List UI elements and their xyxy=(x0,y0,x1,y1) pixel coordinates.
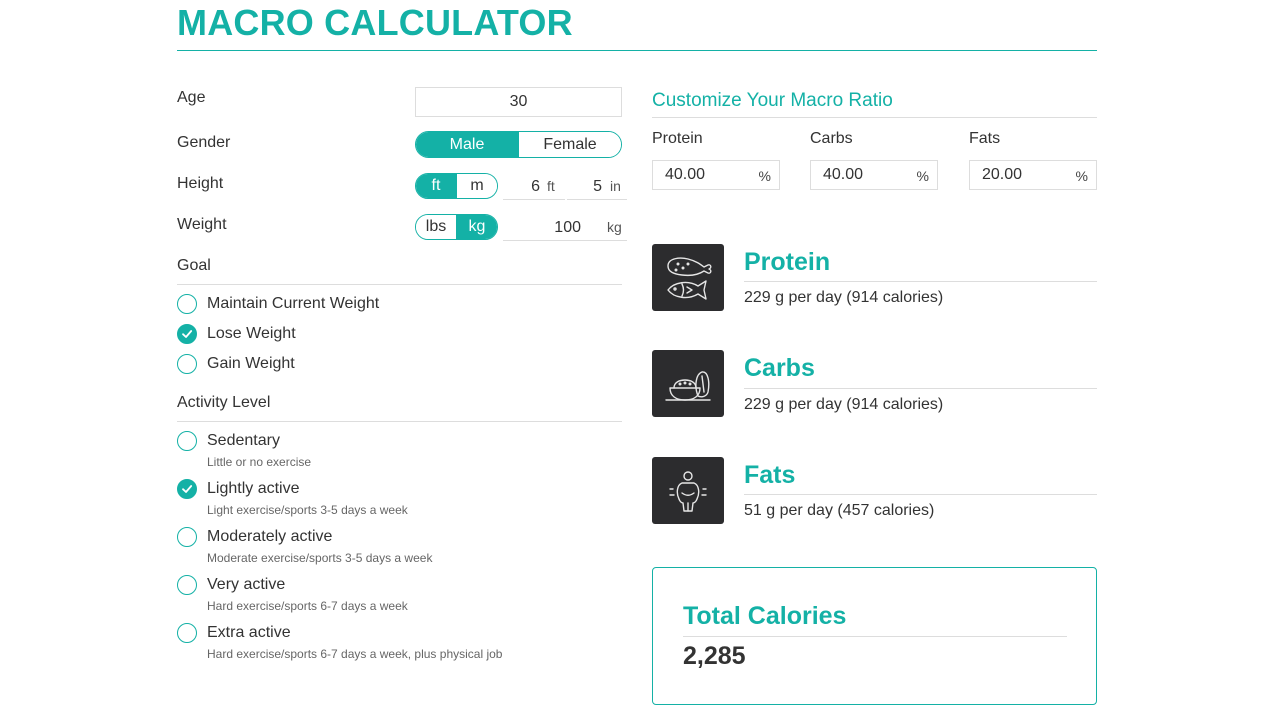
goal-option-gain[interactable]: Gain Weight xyxy=(177,353,295,375)
title-divider xyxy=(177,50,1097,51)
body-fat-icon xyxy=(652,457,724,524)
weight-unit-toggle: lbs kg xyxy=(415,214,498,240)
activity-option-desc: Moderate exercise/sports 3-5 days a week xyxy=(207,551,433,565)
height-feet-input[interactable] xyxy=(503,174,565,200)
fats-result-divider xyxy=(744,494,1097,495)
goal-option-label: Lose Weight xyxy=(207,325,296,342)
bread-bowl-icon xyxy=(652,350,724,417)
ratio-protein-label: Protein xyxy=(652,130,703,147)
height-inches-unit: in xyxy=(610,178,621,194)
percent-unit: % xyxy=(1075,168,1088,184)
gender-toggle: Male Female xyxy=(415,131,622,158)
weight-unit: kg xyxy=(607,219,622,235)
radio-checked-icon[interactable] xyxy=(177,324,197,344)
radio-icon[interactable] xyxy=(177,527,197,547)
activity-option-label: Sedentary xyxy=(207,432,280,449)
activity-heading: Activity Level xyxy=(177,394,271,411)
activity-divider xyxy=(177,421,622,422)
activity-option-moderately[interactable]: Moderately active xyxy=(177,526,332,548)
macro-ratio-title: Customize Your Macro Ratio xyxy=(652,90,893,111)
goal-option-maintain[interactable]: Maintain Current Weight xyxy=(177,293,379,315)
chicken-fish-icon xyxy=(652,244,724,311)
ratio-protein-input[interactable] xyxy=(653,162,743,188)
total-calories-value: 2,285 xyxy=(683,642,746,670)
fats-result-title: Fats xyxy=(744,461,796,489)
goal-heading: Goal xyxy=(177,257,211,274)
activity-option-label: Lightly active xyxy=(207,480,300,497)
page-title: MACRO CALCULATOR xyxy=(177,2,573,43)
weight-unit-lbs-option[interactable]: lbs xyxy=(416,215,456,239)
goal-option-label: Gain Weight xyxy=(207,355,295,372)
carbs-result-value: 229 g per day (914 calories) xyxy=(744,396,944,413)
protein-result-divider xyxy=(744,281,1097,282)
gender-male-option[interactable]: Male xyxy=(416,132,518,157)
activity-option-desc: Hard exercise/sports 6-7 days a week, pl… xyxy=(207,647,503,661)
weight-unit-kg-option[interactable]: kg xyxy=(456,215,497,239)
gender-female-option[interactable]: Female xyxy=(518,132,621,157)
total-calories-title: Total Calories xyxy=(683,602,847,630)
height-unit-ft-option[interactable]: ft xyxy=(416,174,456,198)
percent-unit: % xyxy=(916,168,929,184)
total-calories-card: Total Calories 2,285 xyxy=(652,567,1097,705)
radio-icon[interactable] xyxy=(177,294,197,314)
radio-icon[interactable] xyxy=(177,623,197,643)
ratio-carbs-label: Carbs xyxy=(810,130,853,147)
carbs-result-title: Carbs xyxy=(744,354,815,382)
height-unit-m-option[interactable]: m xyxy=(456,174,497,198)
protein-result-title: Protein xyxy=(744,248,831,276)
ratio-protein-field: % xyxy=(652,160,780,190)
ratio-carbs-field: % xyxy=(810,160,938,190)
activity-option-label: Very active xyxy=(207,576,286,593)
protein-result-value: 229 g per day (914 calories) xyxy=(744,289,944,306)
activity-option-very[interactable]: Very active xyxy=(177,574,285,596)
goal-option-lose[interactable]: Lose Weight xyxy=(177,323,296,345)
activity-option-label: Moderately active xyxy=(207,528,333,545)
activity-option-label: Extra active xyxy=(207,624,291,641)
ratio-fats-label: Fats xyxy=(969,130,1001,147)
activity-option-extra[interactable]: Extra active xyxy=(177,622,291,644)
activity-option-desc: Light exercise/sports 3-5 days a week xyxy=(207,503,408,517)
activity-option-sedentary[interactable]: Sedentary xyxy=(177,430,280,452)
radio-icon[interactable] xyxy=(177,431,197,451)
radio-icon[interactable] xyxy=(177,575,197,595)
activity-option-desc: Hard exercise/sports 6-7 days a week xyxy=(207,599,408,613)
gender-label: Gender xyxy=(177,134,231,151)
height-label: Height xyxy=(177,175,224,192)
ratio-fats-input[interactable] xyxy=(970,162,1060,188)
carbs-result-divider xyxy=(744,388,1097,389)
height-unit-toggle: ft m xyxy=(415,173,498,199)
ratio-carbs-input[interactable] xyxy=(811,162,901,188)
ratio-fats-field: % xyxy=(969,160,1097,190)
height-feet-unit: ft xyxy=(547,178,555,194)
radio-icon[interactable] xyxy=(177,354,197,374)
age-label: Age xyxy=(177,89,206,106)
activity-option-lightly[interactable]: Lightly active xyxy=(177,478,300,500)
percent-unit: % xyxy=(758,168,771,184)
radio-checked-icon[interactable] xyxy=(177,479,197,499)
total-calories-divider xyxy=(683,636,1067,637)
weight-label: Weight xyxy=(177,216,227,233)
goal-option-label: Maintain Current Weight xyxy=(207,295,380,312)
activity-option-desc: Little or no exercise xyxy=(207,455,312,469)
goal-divider xyxy=(177,284,622,285)
fats-result-value: 51 g per day (457 calories) xyxy=(744,502,935,519)
macro-ratio-divider xyxy=(652,117,1097,118)
age-input[interactable] xyxy=(415,87,622,117)
